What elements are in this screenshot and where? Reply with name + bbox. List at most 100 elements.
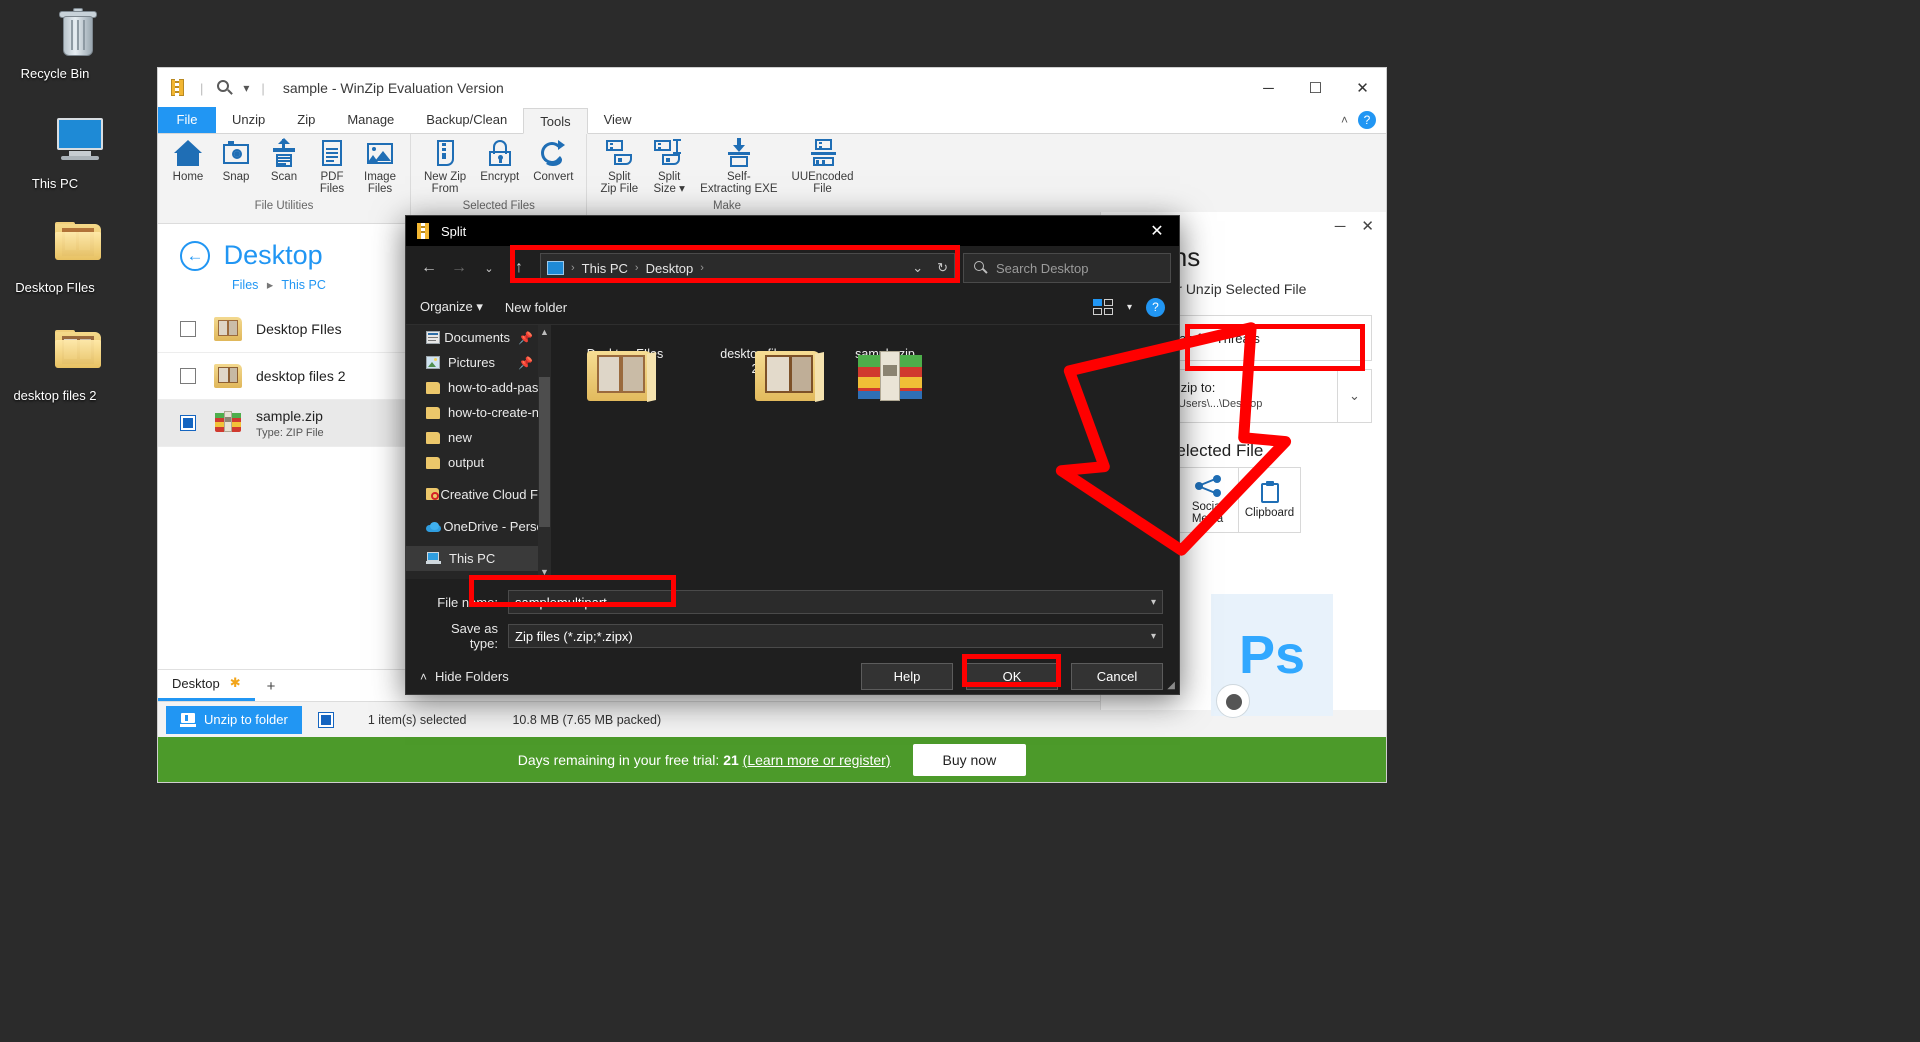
- tab-file[interactable]: File: [158, 107, 216, 133]
- help-button[interactable]: Help: [861, 663, 953, 690]
- ribbon-button-new-zip-from[interactable]: New Zip From: [417, 134, 473, 202]
- ribbon-button-self-extracting-exe[interactable]: Self- Extracting EXE: [693, 134, 784, 202]
- ok-button[interactable]: OK: [966, 663, 1058, 690]
- save-as-type-select[interactable]: Zip files (*.zip;*.zipx) ▾: [508, 624, 1163, 648]
- new-folder-button[interactable]: New folder: [505, 300, 567, 315]
- ribbon-button-image-files[interactable]: Image Files: [356, 134, 404, 202]
- file-tile-desktop-files[interactable]: Desktop FIles: [577, 347, 673, 362]
- minimize-button[interactable]: ─: [1245, 68, 1292, 108]
- unzip-card-chevron-down-icon[interactable]: ⌄: [1337, 370, 1371, 422]
- cancel-button[interactable]: Cancel: [1071, 663, 1163, 690]
- desktop-icon-recycle-bin[interactable]: Recycle Bin: [0, 8, 110, 81]
- buy-now-button[interactable]: Buy now: [913, 744, 1027, 776]
- file-name-input[interactable]: samplemultipart ▾: [508, 590, 1163, 614]
- address-bar[interactable]: › This PC › Desktop › ⌄ ↻: [540, 253, 955, 283]
- file-name-chevron-down-icon[interactable]: ▾: [1151, 597, 1156, 608]
- breadcrumb-this-pc[interactable]: This PC: [281, 278, 325, 292]
- scrollbar-thumb[interactable]: [539, 377, 550, 527]
- nav-item-how-to-create-n[interactable]: how-to-create-n: [406, 400, 551, 425]
- tab-unzip[interactable]: Unzip: [216, 107, 281, 133]
- ribbon-button-split-size[interactable]: Split Size ▾: [645, 134, 693, 202]
- actions-close-button[interactable]: ✕: [1361, 217, 1374, 235]
- help-icon[interactable]: ?: [1146, 298, 1165, 317]
- up-button[interactable]: ↑: [504, 253, 534, 283]
- nav-item-this-pc[interactable]: This PC: [406, 546, 551, 571]
- ribbon-button-scan[interactable]: Scan: [260, 134, 308, 202]
- pin-icon[interactable]: 📌: [518, 331, 533, 345]
- ribbon-tab-strip[interactable]: File Unzip Zip Manage Backup/Clean Tools…: [158, 108, 1386, 134]
- breadcrumb-files[interactable]: Files: [232, 278, 258, 292]
- folder-icon: [426, 382, 440, 394]
- scroll-down-icon[interactable]: ▼: [538, 565, 551, 579]
- hide-folders-toggle[interactable]: ˄ Hide Folders: [420, 669, 509, 684]
- nav-item-pictures[interactable]: Pictures 📌: [406, 350, 551, 375]
- file-name: sample.zip: [256, 408, 324, 424]
- document-tab-desktop[interactable]: Desktop ✱: [158, 669, 255, 701]
- row-checkbox[interactable]: [180, 368, 196, 384]
- nav-item-creative-cloud-files[interactable]: Creative Cloud File: [406, 482, 551, 507]
- breadcrumb-desktop[interactable]: Desktop: [646, 261, 694, 276]
- recent-locations-chevron-down-icon[interactable]: ⌄: [474, 253, 504, 283]
- share-tile-clipboard[interactable]: Clipboard: [1239, 467, 1301, 533]
- row-checkbox[interactable]: [180, 415, 196, 431]
- nav-item-onedrive-personal[interactable]: OneDrive - Person: [406, 514, 551, 539]
- resize-grip[interactable]: ◢: [1167, 680, 1175, 691]
- close-button[interactable]: ✕: [1339, 68, 1386, 108]
- ribbon-button-split-zip-file[interactable]: Split Zip File: [593, 134, 645, 202]
- forward-button[interactable]: →: [444, 253, 474, 283]
- file-tile-sample-zip[interactable]: sample.zip: [837, 347, 933, 362]
- view-chevron-down-icon[interactable]: ▾: [1127, 302, 1132, 313]
- actions-minimize-button[interactable]: ─: [1335, 218, 1346, 235]
- bottom-selection-checkbox-icon: [318, 712, 334, 728]
- split-dialog-close-button[interactable]: ✕: [1135, 216, 1179, 246]
- nav-item-new[interactable]: new: [406, 425, 551, 450]
- add-tab-button[interactable]: +: [255, 672, 288, 701]
- ribbon-button-snap[interactable]: Snap: [212, 134, 260, 202]
- file-tile-desktop-files-2[interactable]: desktop files 2: [707, 347, 803, 377]
- ribbon-button-label-line1: Encrypt: [480, 171, 519, 183]
- pin-icon[interactable]: ✱: [230, 675, 241, 691]
- navigation-pane-scrollbar[interactable]: ▲ ▼: [538, 325, 551, 579]
- ribbon-button-convert[interactable]: Convert: [526, 134, 580, 202]
- ribbon-button-encrypt[interactable]: Encrypt: [473, 134, 526, 202]
- ribbon-button-pdf-files[interactable]: PDF Files: [308, 134, 356, 202]
- help-icon[interactable]: ?: [1358, 111, 1376, 129]
- scroll-up-icon[interactable]: ▲: [538, 325, 551, 339]
- tab-zip[interactable]: Zip: [281, 107, 331, 133]
- nav-item-output[interactable]: output: [406, 450, 551, 475]
- tab-view[interactable]: View: [588, 107, 648, 133]
- nav-item-how-to-add-pas[interactable]: how-to-add-pas: [406, 375, 551, 400]
- tab-backup-clean[interactable]: Backup/Clean: [410, 107, 523, 133]
- pin-icon[interactable]: 📌: [518, 356, 533, 370]
- search-icon[interactable]: [215, 78, 235, 98]
- refresh-icon[interactable]: ↻: [937, 260, 948, 276]
- ribbon-help-area[interactable]: ˄ ?: [1341, 111, 1376, 129]
- breadcrumb-this-pc[interactable]: This PC: [582, 261, 628, 276]
- window-controls[interactable]: ─ ☐ ✕: [1245, 68, 1386, 108]
- back-button[interactable]: ←: [414, 253, 444, 283]
- quick-access-toolbar[interactable]: | ▾ |: [168, 78, 269, 98]
- organize-button[interactable]: Organize ▾: [420, 299, 483, 315]
- tab-manage[interactable]: Manage: [331, 107, 410, 133]
- nav-item-label: This PC: [449, 551, 495, 566]
- search-input[interactable]: Search Desktop: [963, 253, 1171, 283]
- qat-chevron-down-icon[interactable]: ▾: [243, 81, 249, 95]
- save-as-type-chevron-down-icon[interactable]: ▾: [1151, 631, 1156, 642]
- ribbon-button-home[interactable]: Home: [164, 134, 212, 202]
- ribbon-button-uuencoded-file[interactable]: UUEncoded File: [785, 134, 861, 202]
- desktop-icon-desktop-files[interactable]: Desktop FIles: [0, 222, 110, 295]
- nav-item-documents[interactable]: Documents 📌: [406, 325, 551, 350]
- maximize-button[interactable]: ☐: [1292, 68, 1339, 108]
- share-tile-social-media[interactable]: Social Media: [1177, 467, 1239, 533]
- collapse-ribbon-chevron-icon[interactable]: ˄: [1341, 113, 1348, 127]
- view-layout-icon[interactable]: [1093, 299, 1113, 315]
- row-checkbox[interactable]: [180, 321, 196, 337]
- back-button[interactable]: ←: [180, 241, 210, 271]
- trial-register-link[interactable]: (Learn more or register): [743, 752, 891, 768]
- unzip-to-folder-button[interactable]: Unzip to folder: [166, 706, 302, 734]
- desktop-icon-this-pc[interactable]: This PC: [0, 118, 110, 191]
- tab-tools[interactable]: Tools: [523, 108, 587, 134]
- split-zip-file-icon: [604, 138, 634, 168]
- desktop-icon-desktop-files-2[interactable]: desktop files 2: [0, 330, 110, 403]
- address-dropdown-chevron-down-icon[interactable]: ⌄: [912, 260, 923, 276]
